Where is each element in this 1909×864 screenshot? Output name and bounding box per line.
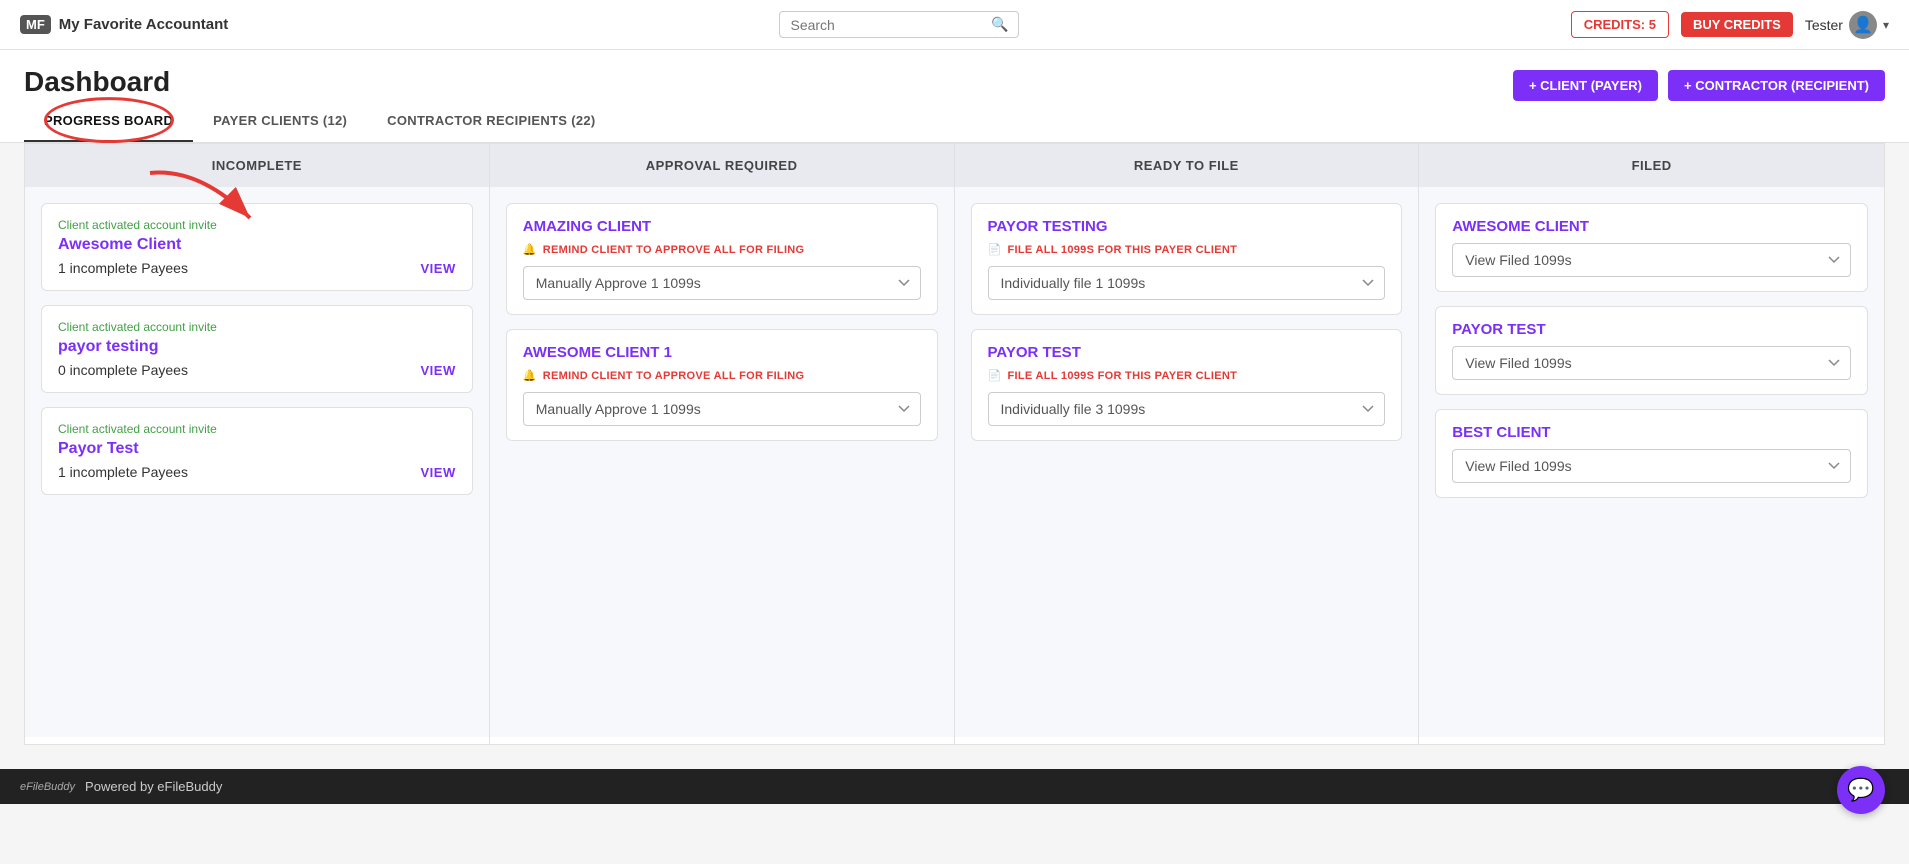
approval-action-link-0[interactable]: 🔔 REMIND CLIENT TO APPROVE ALL FOR FILIN… <box>523 243 921 256</box>
person-icon: 👤 <box>1853 15 1873 35</box>
incomplete-card-0: Client activated account invite Awesome … <box>41 203 473 291</box>
credits-button[interactable]: CREDITS: 5 <box>1571 11 1669 38</box>
footer-logo: eFileBuddy <box>20 781 75 793</box>
user-name: Tester <box>1805 17 1843 33</box>
navbar-right: CREDITS: 5 BUY CREDITS Tester 👤 ▾ <box>1571 11 1889 39</box>
ready-action-label-0: FILE ALL 1099S FOR THIS PAYER CLIENT <box>1008 244 1238 256</box>
ready-card-1: PAYOR TEST 📄 FILE ALL 1099S FOR THIS PAY… <box>971 329 1403 441</box>
card-invite-label-2: Client activated account invite <box>58 422 456 436</box>
user-menu[interactable]: Tester 👤 ▾ <box>1805 11 1889 39</box>
file-icon-1: 📄 <box>988 369 1002 382</box>
approval-action-link-1[interactable]: 🔔 REMIND CLIENT TO APPROVE ALL FOR FILIN… <box>523 369 921 382</box>
add-client-button[interactable]: + CLIENT (PAYER) <box>1513 70 1658 101</box>
ready-action-label-1: FILE ALL 1099S FOR THIS PAYER CLIENT <box>1008 370 1238 382</box>
filed-client-name-2[interactable]: BEST CLIENT <box>1452 424 1851 441</box>
ready-client-name-1[interactable]: PAYOR TEST <box>988 344 1386 361</box>
card-footer-0: 1 incomplete Payees VIEW <box>58 260 456 276</box>
card-invite-label-1: Client activated account invite <box>58 320 456 334</box>
remind-icon-0: 🔔 <box>523 243 537 256</box>
card-payees-0: 1 incomplete Payees <box>58 260 188 276</box>
search-icon: 🔍 <box>991 16 1008 33</box>
remind-icon-1: 🔔 <box>523 369 537 382</box>
approval-client-name-0[interactable]: AMAZING CLIENT <box>523 218 921 235</box>
column-approval: APPROVAL REQUIRED AMAZING CLIENT 🔔 REMIN… <box>490 144 955 744</box>
filed-client-name-0[interactable]: AWESOME CLIENT <box>1452 218 1851 235</box>
page-title: Dashboard <box>24 66 170 98</box>
filed-dropdown-0[interactable]: View Filed 1099s <box>1452 243 1851 277</box>
ready-dropdown-0[interactable]: Individually file 1 1099s <box>988 266 1386 300</box>
card-footer-2: 1 incomplete Payees VIEW <box>58 464 456 480</box>
column-filed-header: FILED <box>1419 144 1884 187</box>
incomplete-card-2: Client activated account invite Payor Te… <box>41 407 473 495</box>
footer-text: Powered by eFileBuddy <box>85 779 222 794</box>
column-incomplete-header: INCOMPLETE <box>25 144 489 187</box>
column-filed: FILED AWESOME CLIENT View Filed 1099s PA… <box>1419 144 1884 744</box>
column-ready-header: READY TO FILE <box>955 144 1419 187</box>
navbar: MF My Favorite Accountant 🔍 CREDITS: 5 B… <box>0 0 1909 50</box>
add-contractor-button[interactable]: + CONTRACTOR (RECIPIENT) <box>1668 70 1885 101</box>
main-content: INCOMPLETE Client activated account invi… <box>0 143 1909 769</box>
tab-payer-clients[interactable]: PAYER CLIENTS (12) <box>193 101 367 142</box>
card-view-link-0[interactable]: VIEW <box>421 261 456 276</box>
approval-client-name-1[interactable]: AWESOME CLIENT 1 <box>523 344 921 361</box>
client-name-link-0[interactable]: Awesome Client <box>58 236 456 254</box>
chat-button[interactable]: 💬 <box>1837 766 1885 814</box>
client-name-link-2[interactable]: Payor Test <box>58 440 456 458</box>
ready-client-name-0[interactable]: PAYOR TESTING <box>988 218 1386 235</box>
tab-contractor-recipients[interactable]: CONTRACTOR RECIPIENTS (22) <box>367 101 615 142</box>
ready-card-0: PAYOR TESTING 📄 FILE ALL 1099S FOR THIS … <box>971 203 1403 315</box>
ready-action-link-0[interactable]: 📄 FILE ALL 1099S FOR THIS PAYER CLIENT <box>988 243 1386 256</box>
approval-dropdown-0[interactable]: Manually Approve 1 1099s <box>523 266 921 300</box>
file-icon-0: 📄 <box>988 243 1002 256</box>
kanban-board: INCOMPLETE Client activated account invi… <box>24 143 1885 745</box>
tabs-container: PROGRESS BOARD PAYER CLIENTS (12) CONTRA… <box>0 101 1909 143</box>
approval-card-1: AWESOME CLIENT 1 🔔 REMIND CLIENT TO APPR… <box>506 329 938 441</box>
column-incomplete-body: Client activated account invite Awesome … <box>25 187 489 737</box>
brand-initials: MF <box>20 15 51 34</box>
column-incomplete: INCOMPLETE Client activated account invi… <box>25 144 490 744</box>
approval-dropdown-1[interactable]: Manually Approve 1 1099s <box>523 392 921 426</box>
tab-payer-clients-label: PAYER CLIENTS (12) <box>213 113 347 128</box>
column-ready-body: PAYOR TESTING 📄 FILE ALL 1099S FOR THIS … <box>955 187 1419 737</box>
chevron-down-icon: ▾ <box>1883 18 1889 32</box>
footer: eFileBuddy Powered by eFileBuddy <box>0 769 1909 804</box>
incomplete-card-1: Client activated account invite payor te… <box>41 305 473 393</box>
tabs-wrapper: PROGRESS BOARD PAYER CLIENTS (12) CONTRA… <box>0 101 1909 143</box>
tab-progress-board[interactable]: PROGRESS BOARD <box>24 101 193 142</box>
brand: MF My Favorite Accountant <box>20 15 228 34</box>
filed-card-1: PAYOR TEST View Filed 1099s <box>1435 306 1868 395</box>
filed-card-2: BEST CLIENT View Filed 1099s <box>1435 409 1868 498</box>
page-header: Dashboard + CLIENT (PAYER) + CONTRACTOR … <box>0 50 1909 101</box>
approval-card-0: AMAZING CLIENT 🔔 REMIND CLIENT TO APPROV… <box>506 203 938 315</box>
avatar: 👤 <box>1849 11 1877 39</box>
approval-action-label-0: REMIND CLIENT TO APPROVE ALL FOR FILING <box>543 244 805 256</box>
card-view-link-2[interactable]: VIEW <box>421 465 456 480</box>
brand-name: My Favorite Accountant <box>59 16 228 33</box>
column-ready-to-file: READY TO FILE PAYOR TESTING 📄 FILE ALL 1… <box>955 144 1420 744</box>
search-box[interactable]: 🔍 <box>779 11 1019 38</box>
ready-dropdown-1[interactable]: Individually file 3 1099s <box>988 392 1386 426</box>
chat-icon: 💬 <box>1847 777 1874 803</box>
tab-progress-board-label: PROGRESS BOARD <box>44 113 173 128</box>
tab-contractor-recipients-label: CONTRACTOR RECIPIENTS (22) <box>387 113 595 128</box>
column-approval-body: AMAZING CLIENT 🔔 REMIND CLIENT TO APPROV… <box>490 187 954 737</box>
card-payees-2: 1 incomplete Payees <box>58 464 188 480</box>
card-invite-label-0: Client activated account invite <box>58 218 456 232</box>
column-approval-header: APPROVAL REQUIRED <box>490 144 954 187</box>
column-filed-body: AWESOME CLIENT View Filed 1099s PAYOR TE… <box>1419 187 1884 737</box>
card-payees-1: 0 incomplete Payees <box>58 362 188 378</box>
card-view-link-1[interactable]: VIEW <box>421 363 456 378</box>
client-name-link-1[interactable]: payor testing <box>58 338 456 356</box>
header-actions: + CLIENT (PAYER) + CONTRACTOR (RECIPIENT… <box>1513 70 1885 101</box>
filed-client-name-1[interactable]: PAYOR TEST <box>1452 321 1851 338</box>
approval-action-label-1: REMIND CLIENT TO APPROVE ALL FOR FILING <box>543 370 805 382</box>
filed-card-0: AWESOME CLIENT View Filed 1099s <box>1435 203 1868 292</box>
search-input[interactable] <box>790 17 991 33</box>
buy-credits-button[interactable]: BUY CREDITS <box>1681 12 1793 37</box>
filed-dropdown-2[interactable]: View Filed 1099s <box>1452 449 1851 483</box>
ready-action-link-1[interactable]: 📄 FILE ALL 1099S FOR THIS PAYER CLIENT <box>988 369 1386 382</box>
filed-dropdown-1[interactable]: View Filed 1099s <box>1452 346 1851 380</box>
card-footer-1: 0 incomplete Payees VIEW <box>58 362 456 378</box>
